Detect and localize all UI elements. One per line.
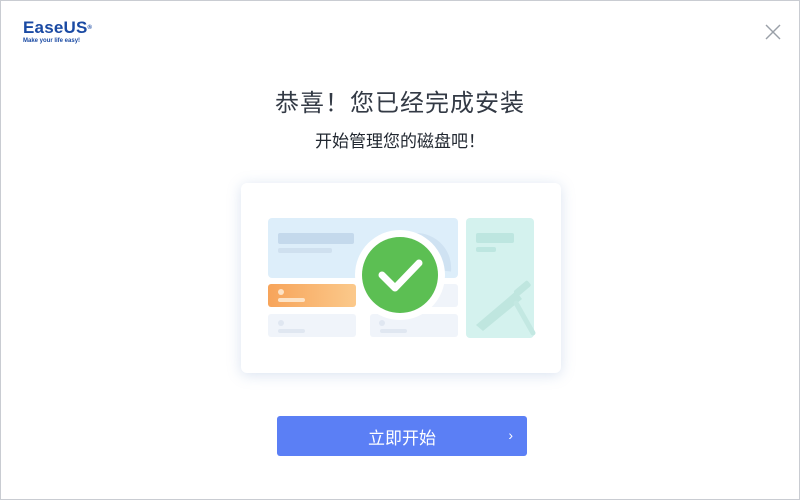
page-title: 恭喜！您已经完成安装 [275,89,525,117]
illustration-gray-dot [278,320,284,326]
start-now-label: 立即开始 [368,428,436,449]
easeus-logo: EaseUS® Make your life easy! [23,18,93,45]
illustration-orange-bar [268,284,356,307]
illustration-panel-line [278,233,354,244]
illustration-teal-line [476,233,514,243]
page-subtitle: 开始管理您的磁盘吧！ [315,132,485,152]
illustration-panel-line [278,248,332,253]
illustration-gray-line [380,329,407,333]
illustration-graphic [268,218,536,338]
illustration-teal-line [476,247,496,252]
illustration-orange-dot [278,289,284,295]
start-now-button[interactable]: 立即开始 › [277,416,527,456]
illustration-gray-dot [379,320,385,326]
logo-brand: EaseUS [23,18,88,37]
installer-window: EaseUS® Make your life easy! 恭喜！您已经完成安装 … [0,0,800,500]
logo-registered-mark: ® [87,25,93,31]
close-icon [765,24,781,40]
checkmark-circle-icon [355,230,445,320]
illustration-gray-line [278,329,305,333]
close-button[interactable] [764,23,782,41]
chevron-right-icon: › [508,427,513,443]
logo-tagline: Make your life easy! [23,38,81,44]
illustration-orange-line [278,298,305,302]
completion-illustration [241,183,561,373]
